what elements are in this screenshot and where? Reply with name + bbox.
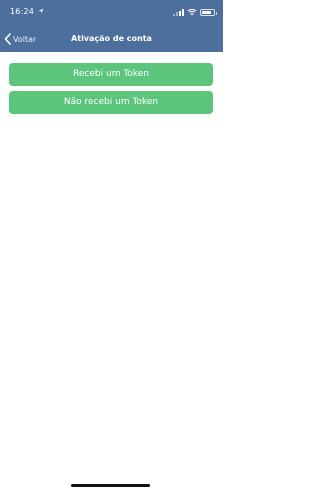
status-bar: 16:24 bbox=[0, 0, 223, 26]
location-icon bbox=[38, 8, 44, 14]
status-time: 16:24 bbox=[10, 7, 35, 16]
wifi-icon bbox=[187, 8, 197, 15]
received-token-button[interactable]: Recebi um Token bbox=[9, 63, 213, 86]
battery-level bbox=[202, 10, 211, 14]
battery-icon bbox=[200, 8, 217, 16]
token-actions: Recebi um Token Não recebi um Token bbox=[9, 63, 213, 119]
not-received-token-button[interactable]: Não recebi um Token bbox=[9, 91, 213, 114]
status-icons bbox=[173, 8, 217, 16]
home-indicator[interactable] bbox=[71, 484, 150, 487]
navigation-bar: Voltar Ativação de conta bbox=[0, 26, 223, 52]
page-title: Ativação de conta bbox=[71, 34, 152, 43]
signal-icon bbox=[173, 8, 184, 16]
